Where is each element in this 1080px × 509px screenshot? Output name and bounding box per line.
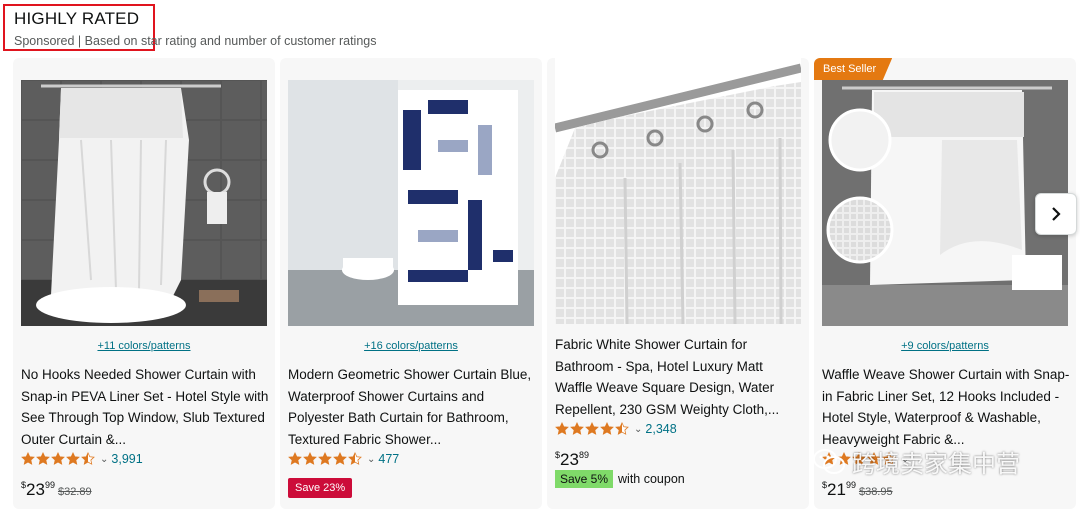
star-rating — [21, 452, 96, 466]
star-icon — [81, 452, 95, 465]
product-title[interactable]: No Hooks Needed Shower Curtain with Snap… — [21, 364, 269, 450]
coupon-badge: Save 5% — [555, 470, 614, 488]
star-icon — [303, 452, 317, 465]
rating-count[interactable]: 2,348 — [645, 422, 676, 436]
list-price: $32.89 — [57, 486, 92, 498]
product-variants-link[interactable]: +9 colors/patterns — [814, 340, 1076, 352]
product-variants-link[interactable]: +16 colors/patterns — [280, 340, 542, 352]
price-whole: 23 — [560, 450, 579, 469]
star-icon — [333, 452, 347, 465]
product-card[interactable]: Best Seller +9 colors/patterns Waffle We… — [814, 58, 1076, 509]
star-icon — [615, 422, 629, 435]
chevron-down-icon: ⌄ — [367, 453, 376, 465]
price-currency: $ — [21, 480, 27, 490]
price-fraction: 89 — [578, 450, 589, 460]
star-icon — [36, 452, 50, 465]
star-icon — [600, 422, 614, 435]
watermark-text: 跨境卖家集中营 — [852, 451, 1020, 478]
price-fraction: 99 — [44, 480, 55, 490]
product-card[interactable]: +16 colors/patterns Modern Geometric Sho… — [280, 58, 542, 509]
coupon: Save 5% with coupon — [555, 470, 685, 488]
product-image[interactable] — [555, 58, 801, 324]
star-rating — [555, 422, 630, 436]
list-price: $38.95 — [858, 486, 893, 498]
product-price: $ 23 89 — [555, 450, 592, 470]
chevron-right-icon — [1052, 207, 1061, 221]
section-title: HIGHLY RATED — [14, 9, 140, 28]
star-icon — [348, 452, 362, 465]
product-rating[interactable]: ⌄ 2,348 — [555, 422, 677, 436]
product-image[interactable] — [288, 80, 534, 326]
section-subtitle: Sponsored | Based on star rating and num… — [14, 34, 377, 48]
star-icon — [66, 452, 80, 465]
product-price: $ 21 99 $38.95 — [822, 480, 893, 500]
product-title[interactable]: Fabric White Shower Curtain for Bathroom… — [555, 334, 803, 420]
product-price: $ 23 99 $32.89 — [21, 480, 92, 500]
carousel-next-button[interactable] — [1035, 193, 1077, 235]
star-icon — [570, 422, 584, 435]
coupon-text: with coupon — [618, 472, 685, 486]
price-fraction: 99 — [845, 480, 856, 490]
product-card[interactable]: +11 colors/patterns No Hooks Needed Show… — [13, 58, 275, 509]
product-image[interactable] — [822, 80, 1068, 326]
chevron-down-icon: ⌄ — [634, 423, 643, 435]
product-title[interactable]: Modern Geometric Shower Curtain Blue, Wa… — [288, 364, 536, 450]
product-rating[interactable]: ⌄ 477 — [288, 452, 399, 466]
deal-badge: Save 23% — [288, 478, 353, 498]
star-icon — [21, 452, 35, 465]
wechat-icon — [813, 448, 845, 474]
product-card[interactable]: Fabric White Shower Curtain for Bathroom… — [547, 58, 809, 509]
price-whole: 21 — [827, 480, 846, 499]
star-icon — [555, 422, 569, 435]
star-icon — [288, 452, 302, 465]
star-icon — [585, 422, 599, 435]
product-title[interactable]: Waffle Weave Shower Curtain with Snap-in… — [822, 364, 1070, 450]
best-seller-badge: Best Seller — [814, 58, 893, 80]
rating-count[interactable]: 3,991 — [111, 452, 142, 466]
rating-count[interactable]: 477 — [378, 452, 399, 466]
chevron-down-icon: ⌄ — [100, 453, 109, 465]
star-rating — [288, 452, 363, 466]
star-icon — [318, 452, 332, 465]
watermark: 跨境卖家集中营 — [812, 444, 1020, 479]
product-image[interactable] — [21, 80, 267, 326]
price-currency: $ — [555, 450, 561, 460]
product-variants-link[interactable]: +11 colors/patterns — [13, 340, 275, 352]
price-currency: $ — [822, 480, 828, 490]
price-whole: 23 — [26, 480, 45, 499]
star-icon — [51, 452, 65, 465]
product-rating[interactable]: ⌄ 3,991 — [21, 452, 143, 466]
